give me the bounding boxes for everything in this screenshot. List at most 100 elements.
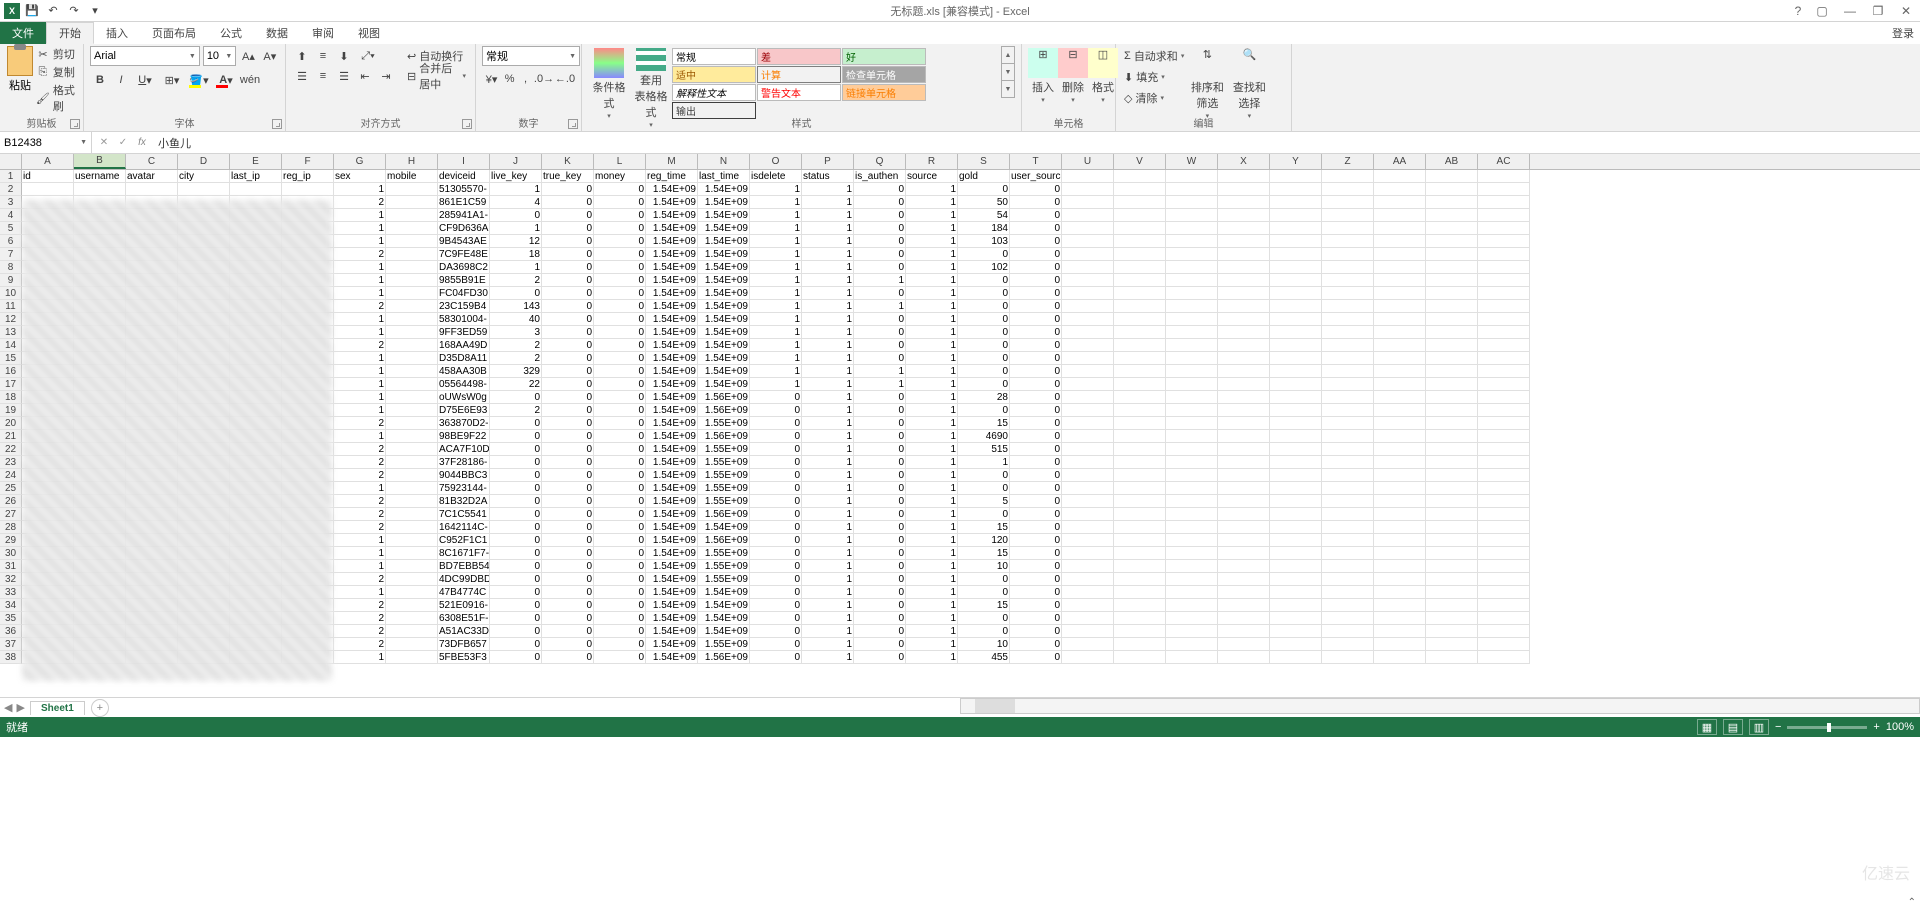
- cell[interactable]: 1: [750, 235, 802, 248]
- cell[interactable]: 0: [854, 287, 906, 300]
- cell[interactable]: 1: [750, 287, 802, 300]
- cell[interactable]: 1.54E+09: [698, 235, 750, 248]
- cell[interactable]: CF9D636A: [438, 222, 490, 235]
- cell[interactable]: 6308E51F-: [438, 612, 490, 625]
- cell[interactable]: [386, 586, 438, 599]
- cell[interactable]: [1270, 612, 1322, 625]
- cell[interactable]: 1: [750, 183, 802, 196]
- cell[interactable]: 0: [594, 599, 646, 612]
- cell[interactable]: 2: [490, 404, 542, 417]
- cell[interactable]: [1322, 352, 1374, 365]
- cell[interactable]: [1270, 508, 1322, 521]
- comma-button[interactable]: ,: [518, 69, 533, 89]
- cell[interactable]: deviceid: [438, 170, 490, 183]
- cell[interactable]: 0: [1010, 352, 1062, 365]
- cell[interactable]: 0: [958, 352, 1010, 365]
- cell[interactable]: 2: [334, 638, 386, 651]
- cell[interactable]: [74, 183, 126, 196]
- cell[interactable]: 521E0916-: [438, 599, 490, 612]
- add-sheet-button[interactable]: +: [91, 699, 109, 717]
- cell[interactable]: 1.54E+09: [698, 326, 750, 339]
- cell[interactable]: 1: [906, 261, 958, 274]
- cell[interactable]: [1218, 443, 1270, 456]
- cell[interactable]: [1270, 560, 1322, 573]
- cell[interactable]: [1166, 326, 1218, 339]
- cell[interactable]: 0: [594, 534, 646, 547]
- cell[interactable]: [1166, 586, 1218, 599]
- cell[interactable]: [1270, 495, 1322, 508]
- cell[interactable]: [1374, 391, 1426, 404]
- cell[interactable]: [1374, 209, 1426, 222]
- cell[interactable]: 1: [802, 508, 854, 521]
- cell[interactable]: [1270, 625, 1322, 638]
- tab-file[interactable]: 文件: [0, 22, 46, 44]
- cell[interactable]: 1: [802, 651, 854, 664]
- col-header[interactable]: AC: [1478, 154, 1530, 169]
- cell[interactable]: [1374, 287, 1426, 300]
- cell[interactable]: 1: [334, 313, 386, 326]
- cell[interactable]: ACA7F10D: [438, 443, 490, 456]
- cell[interactable]: 1: [750, 196, 802, 209]
- sheet-nav-left-icon[interactable]: ◀: [4, 701, 12, 714]
- cell[interactable]: [1114, 599, 1166, 612]
- cell[interactable]: 1: [906, 339, 958, 352]
- cell[interactable]: 23C159B4: [438, 300, 490, 313]
- cell[interactable]: 0: [958, 313, 1010, 326]
- cell[interactable]: [1166, 456, 1218, 469]
- cell[interactable]: 1: [802, 287, 854, 300]
- cell[interactable]: [1218, 651, 1270, 664]
- cell[interactable]: 1: [334, 430, 386, 443]
- cell[interactable]: 1.54E+09: [646, 404, 698, 417]
- cell[interactable]: 285941A1-: [438, 209, 490, 222]
- cell[interactable]: [1374, 222, 1426, 235]
- cell[interactable]: 0: [594, 222, 646, 235]
- cell[interactable]: 0: [594, 287, 646, 300]
- cell[interactable]: 75923144-: [438, 482, 490, 495]
- cell[interactable]: 1: [802, 274, 854, 287]
- cell[interactable]: 2: [334, 196, 386, 209]
- cell[interactable]: 0: [594, 443, 646, 456]
- cell[interactable]: 0: [542, 612, 594, 625]
- cell[interactable]: 1: [750, 261, 802, 274]
- cell[interactable]: 0: [1010, 287, 1062, 300]
- cell[interactable]: 0: [490, 482, 542, 495]
- cell[interactable]: [386, 599, 438, 612]
- cell[interactable]: [1478, 651, 1530, 664]
- cell[interactable]: 0: [750, 417, 802, 430]
- col-header[interactable]: L: [594, 154, 646, 169]
- cell[interactable]: [1478, 638, 1530, 651]
- cell[interactable]: [1426, 547, 1478, 560]
- cell[interactable]: [1218, 300, 1270, 313]
- cell[interactable]: 1: [802, 443, 854, 456]
- cell[interactable]: [1062, 235, 1114, 248]
- cell[interactable]: [1218, 365, 1270, 378]
- cell[interactable]: [1270, 586, 1322, 599]
- cell[interactable]: 1: [802, 248, 854, 261]
- cell[interactable]: 1.54E+09: [646, 508, 698, 521]
- cell[interactable]: [1322, 313, 1374, 326]
- cell[interactable]: 1: [906, 651, 958, 664]
- style-neutral[interactable]: 适中: [672, 66, 756, 83]
- cell[interactable]: 0: [854, 625, 906, 638]
- cell[interactable]: 0: [750, 534, 802, 547]
- cell[interactable]: 0: [542, 417, 594, 430]
- cell[interactable]: [1062, 378, 1114, 391]
- cell[interactable]: 0: [854, 261, 906, 274]
- align-middle-icon[interactable]: ≡: [313, 46, 333, 66]
- cell[interactable]: 0: [594, 352, 646, 365]
- cell[interactable]: 0: [490, 547, 542, 560]
- cell[interactable]: C952F1C1: [438, 534, 490, 547]
- cell[interactable]: 0: [958, 508, 1010, 521]
- row-header[interactable]: 31: [0, 560, 22, 573]
- cell[interactable]: [1114, 625, 1166, 638]
- cell[interactable]: 0: [1010, 300, 1062, 313]
- cell[interactable]: 10: [958, 638, 1010, 651]
- cell[interactable]: live_key: [490, 170, 542, 183]
- cell[interactable]: 1: [802, 547, 854, 560]
- cell[interactable]: 1.54E+09: [698, 261, 750, 274]
- cell[interactable]: 1.54E+09: [698, 365, 750, 378]
- cell[interactable]: [1062, 261, 1114, 274]
- cell[interactable]: 0: [542, 456, 594, 469]
- cell[interactable]: [1374, 170, 1426, 183]
- cell[interactable]: 1: [802, 352, 854, 365]
